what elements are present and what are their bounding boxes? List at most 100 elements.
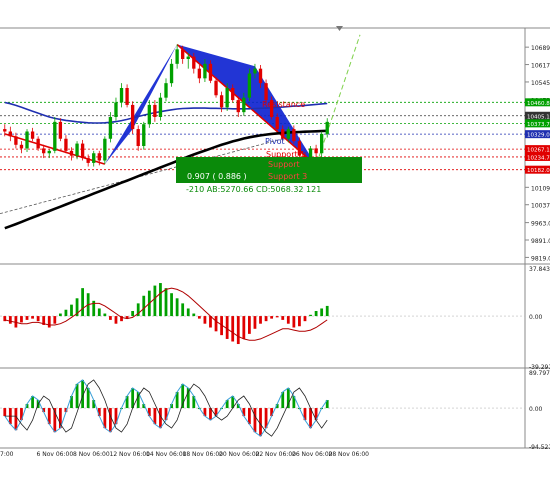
- candle-body: [8, 131, 13, 137]
- chart-window: 10689.010617.010545.010473.010401.010329…: [0, 0, 550, 479]
- macd-histogram-bar: [309, 314, 312, 317]
- macd-histogram-bar: [70, 304, 73, 317]
- support-2-label: Support: [268, 160, 300, 169]
- time-tick-label: 20 Nov 06:00: [219, 451, 260, 458]
- macd-histogram-bar: [231, 316, 235, 342]
- candle-body: [208, 63, 213, 81]
- candle-body: [158, 97, 163, 117]
- macd-histogram-bar: [303, 316, 307, 322]
- price-tick-label: 10689.0: [531, 45, 550, 52]
- macd-histogram-bar: [25, 316, 29, 320]
- time-tick-label: 7:00: [0, 451, 14, 458]
- candle-body: [92, 153, 96, 163]
- osc-histogram-bar: [109, 408, 112, 433]
- osc-tick-label: 0.00: [529, 406, 543, 413]
- macd-histogram-bar: [36, 316, 40, 322]
- candle-body: [286, 129, 290, 139]
- candle-body: [275, 117, 279, 130]
- candle-body: [147, 104, 151, 125]
- candle-body: [314, 148, 318, 154]
- time-tick-label: 12 Nov 06:00: [110, 451, 151, 458]
- macd-histogram-bar: [325, 305, 329, 317]
- time-tick-label: 6 Nov 06:00: [37, 451, 74, 458]
- candle-body: [264, 83, 268, 101]
- candle-body: [130, 104, 135, 130]
- macd-histogram-bar: [209, 316, 212, 328]
- candle-body: [214, 80, 218, 96]
- candle-body: [64, 138, 68, 151]
- candle-body: [292, 129, 296, 142]
- macd-histogram-bar: [109, 316, 112, 320]
- macd-histogram-bar: [286, 316, 290, 324]
- osc-histogram-bar: [153, 408, 157, 425]
- candle-body: [30, 131, 35, 139]
- macd-histogram-bar: [298, 316, 301, 327]
- price-tag-label: 10329.0: [527, 133, 550, 139]
- osc-histogram-bar: [248, 408, 251, 425]
- candle-body: [14, 136, 18, 145]
- candle-body: [319, 133, 324, 154]
- osc-histogram-bar: [253, 408, 257, 433]
- candle-body: [86, 158, 90, 163]
- macd-histogram-bar: [270, 316, 274, 319]
- osc-histogram-bar: [286, 387, 290, 409]
- macd-histogram-bar: [314, 310, 318, 317]
- candle-body: [114, 102, 118, 117]
- candle-body: [69, 150, 74, 156]
- candle-body: [3, 129, 7, 132]
- price-tick-label: 10545.0: [531, 80, 550, 87]
- pivot-label: Pivot: [265, 137, 285, 146]
- macd-histogram-bar: [292, 316, 296, 328]
- macd-tick-label: 37.843: [529, 266, 550, 273]
- price-tick-label: 9819.0: [531, 255, 550, 262]
- price-tag-label: 10373.7: [527, 122, 550, 128]
- support-3-label: Support 3: [268, 172, 307, 181]
- trading-chart[interactable]: 10689.010617.010545.010473.010401.010329…: [0, 0, 550, 479]
- candle-body: [53, 121, 57, 151]
- time-tick-label: 8 Nov 06:00: [73, 451, 110, 458]
- resistance-label: Resistance: [262, 100, 305, 109]
- price-tag-label: 10267.1: [527, 148, 550, 154]
- candle-body: [253, 68, 257, 74]
- candle-body: [258, 68, 263, 84]
- candle-body: [231, 88, 235, 101]
- time-tick-label: 28 Nov 06:00: [329, 451, 370, 458]
- macd-histogram-bar: [197, 316, 201, 319]
- macd-histogram-bar: [142, 295, 146, 317]
- osc-tick-label: -94.521: [529, 444, 550, 451]
- macd-histogram-bar: [97, 308, 101, 317]
- candle-body: [219, 95, 224, 108]
- candle-body: [36, 138, 40, 149]
- macd-histogram-bar: [320, 308, 324, 317]
- candle-body: [175, 49, 179, 64]
- candle-body: [181, 49, 185, 59]
- macd-histogram-bar: [186, 308, 190, 317]
- macd-histogram-bar: [175, 298, 179, 317]
- macd-histogram-bar: [281, 316, 285, 320]
- candle-body: [192, 56, 196, 69]
- candle-body: [142, 124, 146, 146]
- time-tick-label: 18 Nov 06:00: [183, 451, 224, 458]
- candle-body: [225, 88, 229, 108]
- macd-histogram-bar: [58, 313, 62, 317]
- price-tag-label: 10182.0: [527, 168, 550, 174]
- macd-histogram-bar: [203, 316, 207, 324]
- price-tick-label: 10109.0: [531, 185, 550, 192]
- macd-tick-label: 0.00: [529, 314, 543, 321]
- macd-histogram-bar: [47, 316, 51, 328]
- candle-body: [325, 121, 329, 134]
- osc-signal-line: [4, 379, 328, 437]
- price-tick-label: 9963.0: [531, 221, 550, 228]
- candle-body: [75, 143, 79, 156]
- macd-histogram-bar: [214, 316, 218, 332]
- osc-tick-label: 89.797: [529, 370, 550, 377]
- macd-histogram-bar: [8, 316, 12, 324]
- time-tick-label: 26 Nov 06:00: [292, 451, 333, 458]
- macd-histogram-bar: [259, 316, 262, 324]
- candle-body: [247, 73, 252, 98]
- macd-histogram-bar: [53, 316, 57, 324]
- macd-histogram-bar: [159, 283, 162, 317]
- time-tick-label: 22 Nov 06:00: [256, 451, 297, 458]
- macd-histogram-bar: [64, 309, 68, 317]
- macd-histogram-bar: [192, 313, 196, 317]
